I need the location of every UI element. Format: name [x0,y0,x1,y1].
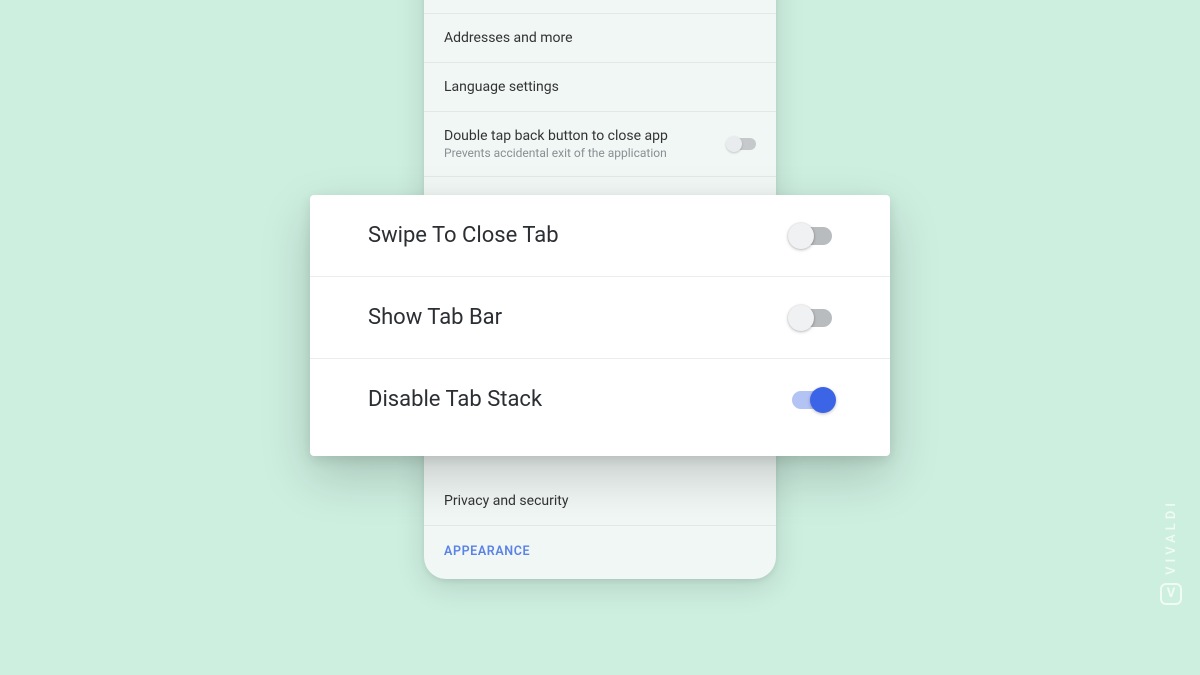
list-item-double-tap[interactable]: Double tap back button to close app Prev… [424,112,776,177]
toggle-double-tap[interactable] [728,138,756,150]
toggle-show-tab-bar[interactable] [792,309,832,327]
vivaldi-watermark: VIVALDI V [1160,499,1182,605]
setting-label: Disable Tab Stack [368,387,542,412]
list-item-title: Double tap back button to close app [444,128,728,144]
list-item-title: Addresses and more [444,30,756,46]
setting-swipe-close-tab[interactable]: Swipe To Close Tab [310,195,890,277]
list-item-title: Privacy and security [444,493,756,509]
setting-label: Swipe To Close Tab [368,223,559,248]
watermark-text: VIVALDI [1164,499,1179,575]
setting-label: Show Tab Bar [368,305,502,330]
vivaldi-logo-icon: V [1160,583,1182,605]
list-item-privacy[interactable]: Privacy and security [424,477,776,526]
list-item-addresses[interactable]: Addresses and more [424,14,776,63]
toggle-knob [788,305,814,331]
toggle-swipe-close-tab[interactable] [792,227,832,245]
setting-show-tab-bar[interactable]: Show Tab Bar [310,277,890,359]
toggle-disable-tab-stack[interactable] [792,391,832,409]
toggle-knob [810,387,836,413]
toggle-knob [788,223,814,249]
section-header-appearance: APPEARANCE [424,526,776,569]
list-item-subtitle: Prevents accidental exit of the applicat… [444,146,728,160]
list-item-language[interactable]: Language settings [424,63,776,112]
list-item-title: Language settings [444,79,756,95]
setting-disable-tab-stack[interactable]: Disable Tab Stack [310,359,890,456]
list-item[interactable] [424,0,776,14]
settings-modal: Swipe To Close Tab Show Tab Bar Disable … [310,195,890,456]
toggle-knob [726,136,742,152]
